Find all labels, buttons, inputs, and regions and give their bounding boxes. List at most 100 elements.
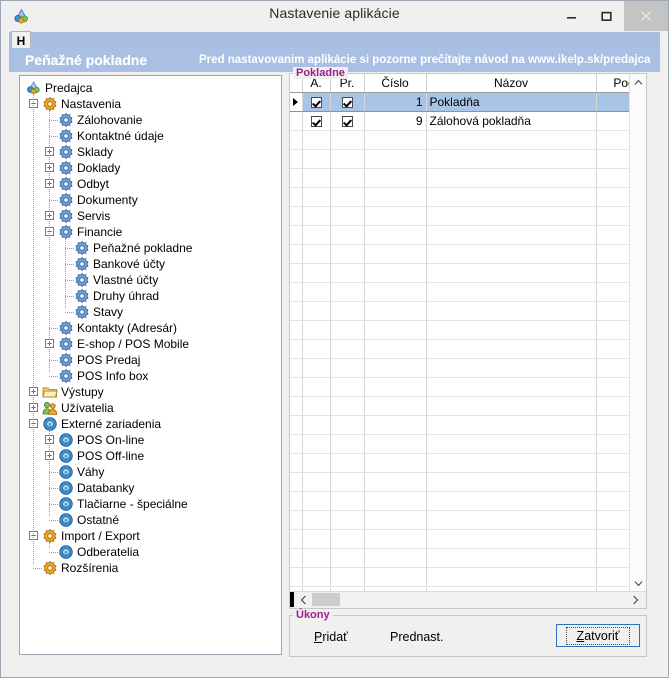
table-row-empty[interactable] (290, 130, 646, 150)
empty-cell[interactable] (302, 263, 331, 283)
checkbox-checked-icon[interactable] (341, 116, 353, 128)
empty-cell[interactable] (426, 301, 597, 321)
tree-item-servis[interactable]: + Servis (20, 208, 281, 224)
column-header-n-zov[interactable]: Názov (426, 74, 597, 93)
add-button[interactable]: Pridať (314, 630, 348, 644)
empty-cell[interactable] (290, 187, 303, 207)
empty-cell[interactable] (426, 415, 597, 435)
empty-cell[interactable] (302, 244, 331, 264)
table-row-empty[interactable] (290, 548, 646, 568)
empty-cell[interactable] (290, 377, 303, 397)
empty-cell[interactable] (290, 548, 303, 568)
empty-cell[interactable] (290, 130, 303, 150)
cell-cislo[interactable]: 9 (364, 111, 427, 131)
empty-cell[interactable] (426, 282, 597, 302)
empty-cell[interactable] (330, 263, 365, 283)
tree-item-sklady[interactable]: + Sklady (20, 144, 281, 160)
tree-item-odbyt[interactable]: + Odbyt (20, 176, 281, 192)
table-row-empty[interactable] (290, 263, 646, 283)
empty-cell[interactable] (426, 453, 597, 473)
empty-cell[interactable] (302, 510, 331, 530)
empty-cell[interactable] (302, 339, 331, 359)
empty-cell[interactable] (330, 301, 365, 321)
empty-cell[interactable] (330, 472, 365, 492)
cell-cislo[interactable]: 1 (364, 92, 427, 112)
empty-cell[interactable] (290, 320, 303, 340)
empty-cell[interactable] (364, 396, 427, 416)
row-indicator[interactable] (290, 92, 303, 112)
tree-item-nastavenia[interactable]: − Nastavenia (20, 96, 281, 112)
table-row-empty[interactable] (290, 396, 646, 416)
empty-cell[interactable] (302, 453, 331, 473)
empty-cell[interactable] (426, 548, 597, 568)
empty-cell[interactable] (426, 472, 597, 492)
empty-cell[interactable] (330, 320, 365, 340)
preset-button[interactable]: Prednast. (390, 630, 444, 644)
tree-item-dokumenty[interactable]: Dokumenty (20, 192, 281, 208)
empty-cell[interactable] (290, 168, 303, 188)
empty-cell[interactable] (290, 510, 303, 530)
empty-cell[interactable] (330, 130, 365, 150)
table-row-empty[interactable] (290, 320, 646, 340)
empty-cell[interactable] (290, 339, 303, 359)
empty-cell[interactable] (302, 358, 331, 378)
empty-cell[interactable] (330, 415, 365, 435)
empty-cell[interactable] (364, 510, 427, 530)
empty-cell[interactable] (330, 491, 365, 511)
empty-cell[interactable] (302, 130, 331, 150)
table-row-empty[interactable] (290, 377, 646, 397)
empty-cell[interactable] (302, 301, 331, 321)
empty-cell[interactable] (426, 434, 597, 454)
column-header-slo[interactable]: Číslo (364, 74, 427, 93)
table-row-empty[interactable] (290, 453, 646, 473)
chevron-down-icon[interactable] (630, 575, 646, 592)
table-row-empty[interactable] (290, 225, 646, 245)
empty-cell[interactable] (330, 225, 365, 245)
tree-item-doklady[interactable]: + Doklady (20, 160, 281, 176)
table-row-empty[interactable] (290, 168, 646, 188)
tree-item-databanky[interactable]: s Databanky (20, 480, 281, 496)
empty-cell[interactable] (364, 453, 427, 473)
chevron-right-icon[interactable] (627, 592, 644, 607)
empty-cell[interactable] (364, 548, 427, 568)
checkbox-cell-pr[interactable] (330, 92, 365, 112)
empty-cell[interactable] (302, 472, 331, 492)
table-row-empty[interactable] (290, 187, 646, 207)
empty-cell[interactable] (426, 339, 597, 359)
empty-cell[interactable] (364, 434, 427, 454)
empty-cell[interactable] (290, 301, 303, 321)
tree-item-predajca[interactable]: Predajca (20, 80, 281, 96)
table-row-empty[interactable] (290, 510, 646, 530)
empty-cell[interactable] (426, 491, 597, 511)
table-row[interactable]: 1Pokladňa0,00 (290, 92, 646, 112)
empty-cell[interactable] (426, 358, 597, 378)
checkbox-checked-icon[interactable] (310, 97, 322, 109)
empty-cell[interactable] (364, 301, 427, 321)
empty-cell[interactable] (364, 282, 427, 302)
empty-cell[interactable] (364, 263, 427, 283)
empty-cell[interactable] (426, 244, 597, 264)
chevron-left-icon[interactable] (295, 592, 312, 607)
empty-cell[interactable] (302, 415, 331, 435)
empty-cell[interactable] (290, 358, 303, 378)
checkbox-checked-icon[interactable] (341, 97, 353, 109)
settings-tree-panel[interactable]: Predajca − Nastavenia Zálohovanie Kontaktné … (19, 75, 282, 655)
tree-item-pos-on-line[interactable]: + s POS On-line (20, 432, 281, 448)
empty-cell[interactable] (364, 320, 427, 340)
empty-cell[interactable] (364, 206, 427, 226)
empty-cell[interactable] (302, 567, 331, 587)
empty-cell[interactable] (302, 320, 331, 340)
empty-cell[interactable] (426, 567, 597, 587)
empty-cell[interactable] (364, 415, 427, 435)
empty-cell[interactable] (330, 339, 365, 359)
empty-cell[interactable] (290, 434, 303, 454)
tree-item-kontakty-adres-r[interactable]: Kontakty (Adresár) (20, 320, 281, 336)
row-indicator[interactable] (290, 111, 303, 131)
empty-cell[interactable] (290, 415, 303, 435)
empty-cell[interactable] (364, 149, 427, 169)
empty-cell[interactable] (330, 244, 365, 264)
tree-item-druhy-hrad[interactable]: Druhy úhrad (20, 288, 281, 304)
empty-cell[interactable] (426, 187, 597, 207)
table-row-empty[interactable] (290, 567, 646, 587)
empty-cell[interactable] (302, 377, 331, 397)
